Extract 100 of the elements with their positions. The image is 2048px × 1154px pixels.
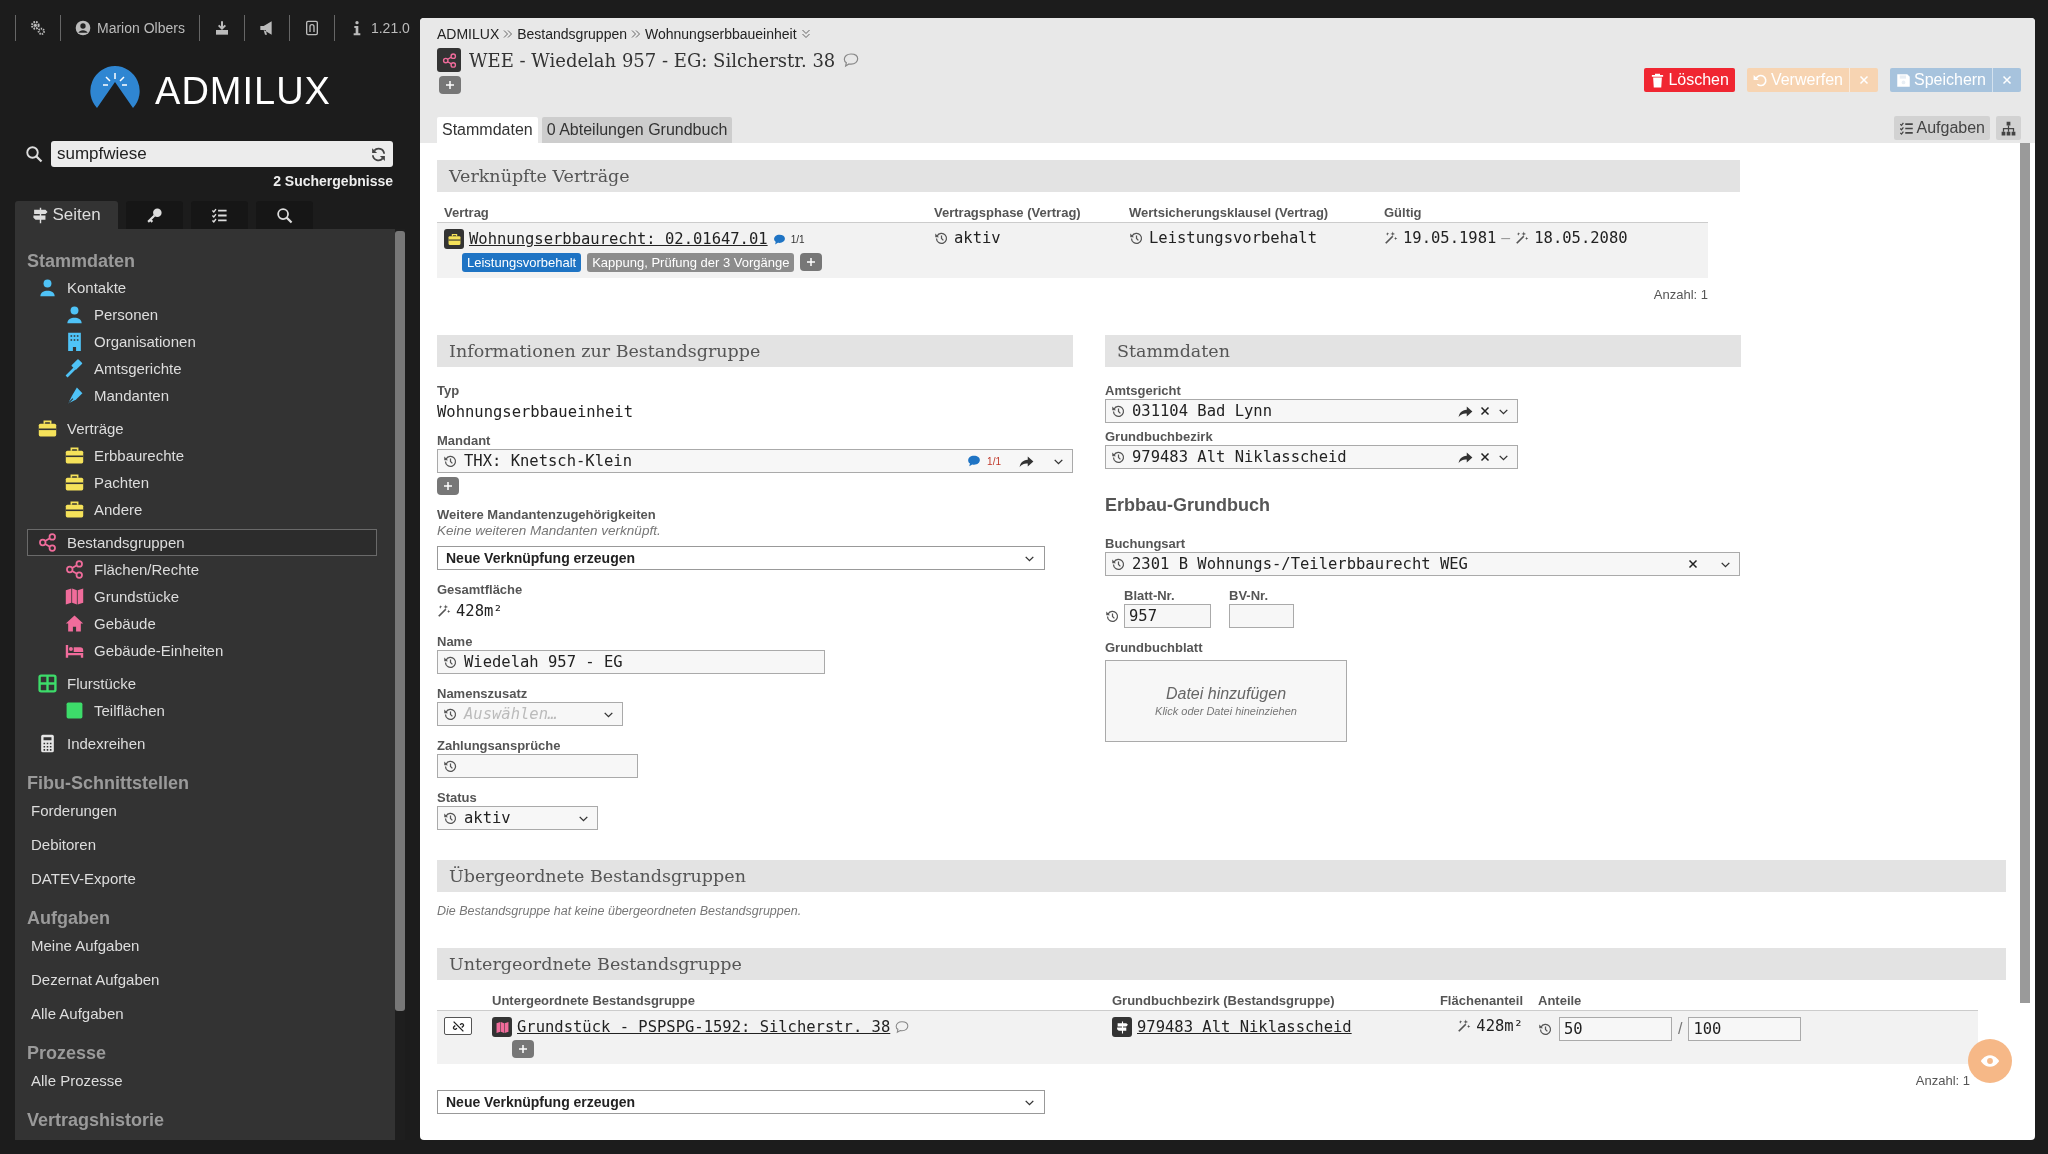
input-field[interactable] [437, 754, 638, 778]
magic-wand-icon [1457, 1019, 1472, 1033]
broken-link-icon [451, 1019, 465, 1033]
nav-item[interactable]: Flurstücke [27, 670, 377, 697]
nav-item[interactable]: Gebäude [54, 610, 377, 637]
nav-item[interactable]: Dezernat Aufgaben [27, 965, 377, 993]
nav-item[interactable]: Alle Prozesse [27, 1066, 377, 1094]
column-header: Gültig [1384, 205, 1423, 220]
magic-wand-icon [1384, 231, 1398, 245]
plus-icon [444, 79, 456, 91]
double-chevron-icon [502, 28, 515, 40]
field-label: Typ [437, 383, 460, 399]
table-cell: Leistungsvorbehalt [1149, 229, 1317, 247]
toolbar-label[interactable]: Marion Olbers [97, 20, 185, 36]
nav-item[interactable]: Andere [54, 496, 377, 523]
speech-bubble-icon [967, 454, 982, 468]
tasks-button[interactable]: Aufgaben [1894, 116, 1990, 140]
gears-icon[interactable] [30, 20, 46, 36]
refresh-icon[interactable] [370, 145, 387, 163]
nav-item[interactable]: Alle Aufgaben [27, 999, 377, 1027]
select-field[interactable]: 979483 Alt Niklasscheid [1105, 445, 1518, 469]
nav-section-heading: Fibu-Schnittstellen [27, 773, 190, 794]
nav-item[interactable]: DATEV-Exporte [27, 864, 377, 892]
add-tag-button[interactable] [800, 253, 823, 271]
scrollbar-thumb[interactable] [395, 231, 405, 1011]
nav-item[interactable]: Grundstücke [54, 583, 377, 610]
group-link[interactable]: Grundstück - PSPSPG-1592: Silcherstr. 38 [517, 1018, 891, 1036]
hierarchy-button[interactable] [1996, 116, 2021, 140]
input-field[interactable]: 957 [1124, 604, 1211, 628]
select-field[interactable]: 031104 Bad Lynn [1105, 399, 1518, 423]
input-field[interactable] [1229, 604, 1294, 628]
tab[interactable]: 0 Abteilungen Grundbuch [541, 117, 733, 143]
field-label: Mandant [437, 433, 491, 449]
sidebar-tab[interactable] [191, 201, 248, 229]
input-field[interactable]: 100 [1688, 1017, 1802, 1041]
logo-text: ADMILUX [155, 69, 331, 113]
close-icon[interactable] [1479, 405, 1491, 417]
select-field[interactable]: 2301 B Wohnungs-/Teilerbbaurecht WEG [1105, 552, 1740, 576]
file-drop-zone[interactable]: Datei hinzufügen Klick oder Datei hineinziehen [1105, 660, 1347, 742]
district-link[interactable]: 979483 Alt Niklasscheid [1137, 1018, 1352, 1036]
input-field[interactable]: Wiedelah 957 - EG [437, 650, 825, 674]
close-icon[interactable] [1479, 451, 1491, 463]
nav-item[interactable]: Debitoren [27, 830, 377, 858]
link-select[interactable]: Neue Verknüpfung erzeugen [437, 1090, 1045, 1114]
history-icon [934, 230, 949, 246]
breadcrumb-link[interactable]: Wohnungserbbaueinheit [645, 26, 797, 42]
nav-item[interactable]: Indexreihen [27, 730, 377, 757]
user-circle-icon[interactable] [75, 20, 91, 36]
close-icon[interactable] [1687, 558, 1699, 570]
nav-item[interactable]: Meine Aufgaben [27, 931, 377, 959]
nav-item[interactable]: Gebäude-Einheiten [54, 637, 377, 664]
nav-item[interactable]: Organisationen [54, 328, 377, 355]
scrollbar-thumb[interactable] [2020, 143, 2030, 1003]
tab[interactable]: Stammdaten [437, 117, 538, 143]
document-icon[interactable] [303, 20, 320, 36]
plus-icon [517, 1043, 529, 1055]
sidebar-tab[interactable] [256, 201, 313, 229]
add-button[interactable] [512, 1040, 534, 1058]
field-label: Amtsgericht [1105, 383, 1181, 399]
sidebar-tab[interactable] [126, 201, 183, 229]
fraction-slash: / [1678, 1020, 1683, 1038]
column-header: Flächenanteil [1438, 993, 1524, 1008]
nav-item[interactable]: Flächen/Rechte [54, 556, 377, 583]
sidebar-tab[interactable]: Seiten [15, 201, 118, 229]
toolbar-label[interactable]: 1.21.0 [370, 20, 410, 36]
row-count: Anzahl: 1 [1914, 1073, 1970, 1088]
history-icon [1111, 449, 1126, 465]
add-button[interactable] [439, 76, 461, 94]
speech-bubble-icon[interactable] [895, 1020, 910, 1034]
delete-button[interactable]: Löschen [1644, 68, 1735, 92]
unlink-button[interactable] [444, 1017, 472, 1035]
nav-item[interactable]: Mandanten [54, 382, 377, 409]
add-button[interactable] [437, 477, 459, 495]
input-field[interactable]: 50 [1559, 1017, 1672, 1041]
nav-item[interactable]: Kontakte [27, 274, 377, 301]
nav-item[interactable]: Pachten [54, 469, 377, 496]
nav-item[interactable]: Erbbaurechte [54, 442, 377, 469]
contract-link[interactable]: Wohnungserbbaurecht: 02.01647.01 [469, 230, 768, 248]
link-select[interactable]: Neue Verknüpfung erzeugen [437, 546, 1045, 570]
nav-item[interactable]: Amtsgerichte [54, 355, 377, 382]
date-separator: – [1501, 229, 1511, 247]
breadcrumb-link[interactable]: Bestandsgruppen [517, 26, 627, 42]
double-chevron-down-icon [799, 28, 812, 40]
nav-item[interactable]: Personen [54, 301, 377, 328]
select-field[interactable]: aktiv [437, 806, 598, 830]
select-field[interactable]: THX: Knetsch-Klein 1/1 [437, 449, 1073, 473]
download-icon[interactable] [213, 20, 230, 36]
section-header: Stammdaten [1105, 335, 1741, 367]
nav-item[interactable]: Verträge [27, 415, 377, 442]
nav-item[interactable]: Bestandsgruppen [27, 529, 377, 556]
megaphone-icon[interactable] [258, 20, 275, 36]
nav-item[interactable]: Forderungen [27, 796, 377, 824]
nav-section-heading: Vertragshistorie [27, 1110, 166, 1131]
breadcrumb-link[interactable]: ADMILUX [437, 26, 500, 42]
history-icon [1111, 403, 1126, 419]
speech-bubble-icon[interactable] [843, 52, 860, 68]
field-label: Grundbuchbezirk [1105, 429, 1213, 445]
search-field[interactable]: sumpfwiese [51, 141, 393, 167]
nav-item[interactable]: Teilflächen [54, 697, 377, 724]
sitemap-icon [2001, 120, 2016, 136]
